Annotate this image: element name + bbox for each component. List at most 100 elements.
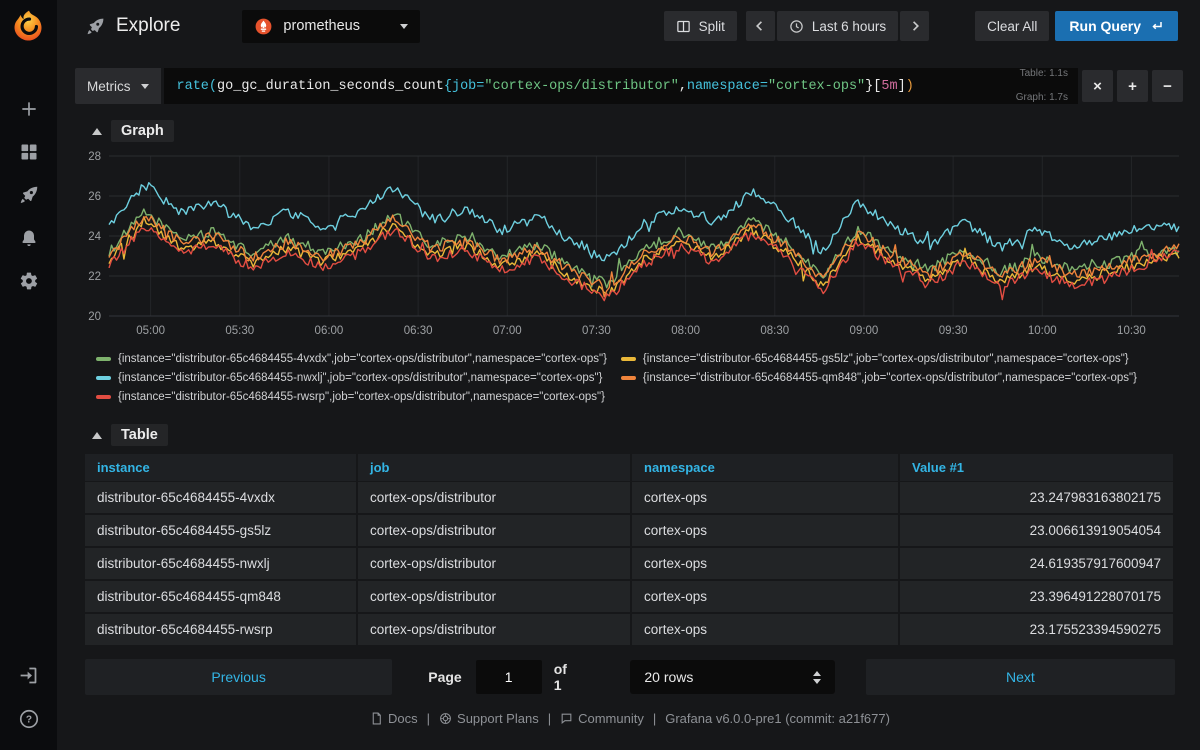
x-axis-tick-label: 10:00 xyxy=(1028,325,1057,337)
legend-item[interactable]: {instance="distributor-65c4684455-qm848"… xyxy=(620,368,1137,387)
legend-color-dash-icon xyxy=(620,356,636,361)
sidebar-menu xyxy=(18,98,40,292)
docs-label: Docs xyxy=(388,711,418,726)
table-cell: cortex-ops/distributor xyxy=(358,581,632,614)
y-axis-tick-label: 28 xyxy=(88,151,101,163)
time-back-button[interactable] xyxy=(745,11,775,41)
table-column-header[interactable]: job xyxy=(358,454,632,482)
graph-timing: Graph: 1.7s xyxy=(1015,92,1068,103)
rocket-icon xyxy=(20,186,37,204)
sidebar-item-explore[interactable] xyxy=(18,184,40,206)
add-query-button[interactable]: + xyxy=(1117,70,1148,102)
x-axis-tick-label: 06:00 xyxy=(315,325,344,337)
time-range-button[interactable]: Last 6 hours xyxy=(776,11,899,41)
table-row: distributor-65c4684455-nwxlj cortex-ops/d… xyxy=(85,548,1175,581)
table-row: distributor-65c4684455-rwsrp cortex-ops/d… xyxy=(85,614,1175,647)
chevron-left-icon xyxy=(756,21,763,31)
legend-series-label: {instance="distributor-65c4684455-4vxdx"… xyxy=(118,352,607,365)
query-token: go_gc_duration_seconds_count xyxy=(217,78,444,94)
remove-query-button[interactable]: × xyxy=(1082,70,1113,102)
previous-page-button[interactable]: Previous xyxy=(85,659,393,695)
table-panel-header[interactable]: Table xyxy=(75,412,1191,452)
sign-in-icon xyxy=(20,667,37,683)
rocket-icon xyxy=(87,18,104,34)
sidebar-item-dashboards[interactable] xyxy=(18,141,40,163)
chevron-down-icon xyxy=(140,83,149,89)
page-title: Explore xyxy=(85,15,180,37)
query-token: rate( xyxy=(176,78,218,94)
sidebar-item-create[interactable] xyxy=(18,98,40,120)
footer-link-community[interactable]: Community xyxy=(560,711,644,726)
table-cell: cortex-ops/distributor xyxy=(358,548,632,581)
legend-item[interactable]: {instance="distributor-65c4684455-4vxdx"… xyxy=(96,349,607,368)
table-column-header[interactable]: namespace xyxy=(632,454,900,482)
y-axis-tick-label: 20 xyxy=(88,311,101,323)
legend-item[interactable]: {instance="distributor-65c4684455-rwsrp"… xyxy=(96,387,607,406)
promql-query-input[interactable]: rate(go_gc_duration_seconds_count{job="c… xyxy=(163,68,1078,104)
grafana-explore-app: ? Explore prometheus Split Last 6 hours … xyxy=(0,0,1200,750)
legend-item[interactable]: {instance="distributor-65c4684455-nwxlj"… xyxy=(96,368,607,387)
page-number-input[interactable] xyxy=(475,660,542,694)
table-panel-title: Table xyxy=(111,424,168,446)
footer-link-support[interactable]: Support Plans xyxy=(439,711,539,726)
table-pagination: Previous Page of 1 20 rows Next xyxy=(85,659,1175,695)
table-row: distributor-65c4684455-qm848 cortex-ops/d… xyxy=(85,581,1175,614)
sidebar-bottom-menu: ? xyxy=(18,664,40,730)
table-cell: cortex-ops xyxy=(632,548,900,581)
grafana-logo-icon xyxy=(14,10,42,41)
metrics-label: Metrics xyxy=(87,78,131,94)
datasource-picker[interactable]: prometheus xyxy=(242,9,421,43)
table-cell: 23.175523394590275 xyxy=(900,614,1175,647)
graph-panel-header[interactable]: Graph xyxy=(75,108,1191,148)
split-button[interactable]: Split xyxy=(663,11,737,41)
table-cell: distributor-65c4684455-4vxdx xyxy=(85,482,358,515)
grafana-logo[interactable] xyxy=(0,0,57,52)
x-axis-tick-label: 06:30 xyxy=(404,325,433,337)
time-forward-button[interactable] xyxy=(900,11,930,41)
legend-color-dash-icon xyxy=(96,375,111,380)
graph-legend: {instance="distributor-65c4684455-4vxdx"… xyxy=(96,349,1191,406)
chart-series-line xyxy=(108,227,1180,302)
legend-series-label: {instance="distributor-65c4684455-gs5lz"… xyxy=(642,352,1129,365)
clear-all-button[interactable]: Clear All xyxy=(975,11,1050,41)
table-column-header[interactable]: Value #1 xyxy=(900,454,1175,482)
plus-icon xyxy=(21,102,36,116)
time-series-chart[interactable]: 05:00 05:30 06:00 06:30 07:00 07:30 08:00 08:30… xyxy=(83,148,1187,340)
next-page-button[interactable]: Next xyxy=(865,659,1175,695)
query-token: { xyxy=(443,78,452,94)
collapse-query-button[interactable]: − xyxy=(1152,70,1183,102)
table-cell: distributor-65c4684455-gs5lz xyxy=(85,515,358,548)
table-cell: 23.396491228070175 xyxy=(900,581,1175,614)
x-axis-tick-label: 07:00 xyxy=(493,325,522,337)
clock-icon xyxy=(790,19,803,33)
rows-per-page-select[interactable]: 20 rows xyxy=(630,660,835,694)
sidebar-item-help[interactable]: ? xyxy=(18,708,40,730)
table-cell: cortex-ops xyxy=(632,614,900,647)
x-axis-tick-label: 05:30 xyxy=(225,325,254,337)
legend-item[interactable]: {instance="distributor-65c4684455-gs5lz"… xyxy=(620,349,1137,368)
table-column-header[interactable]: instance xyxy=(85,454,358,482)
promql-query-text: rate(go_gc_duration_seconds_count{job="c… xyxy=(177,79,914,94)
svg-text:?: ? xyxy=(25,715,31,726)
query-token: "cortex-ops" xyxy=(767,78,866,94)
graph-chart-area[interactable]: 05:00 05:30 06:00 06:30 07:00 07:30 08:00 08:30… xyxy=(83,148,1191,345)
x-axis-tick-label: 09:00 xyxy=(850,325,879,337)
table-cell: distributor-65c4684455-nwxlj xyxy=(85,548,358,581)
grid-icon xyxy=(21,144,36,160)
graph-panel-title: Graph xyxy=(111,120,174,142)
split-label: Split xyxy=(698,18,725,34)
run-query-button[interactable]: Run Query xyxy=(1055,11,1178,41)
footer-link-docs[interactable]: Docs xyxy=(370,711,418,726)
y-axis-tick-label: 22 xyxy=(88,271,101,283)
sidebar-item-configuration[interactable] xyxy=(18,270,40,292)
x-axis-tick-label: 05:00 xyxy=(136,325,165,337)
query-token: ] xyxy=(897,78,906,94)
split-icon xyxy=(676,20,690,32)
sidebar-item-sign-in[interactable] xyxy=(18,664,40,686)
page-label: Page xyxy=(428,669,462,685)
legend-color-dash-icon xyxy=(96,356,111,361)
previous-label: Previous xyxy=(211,669,266,685)
sidebar-item-alerting[interactable] xyxy=(18,227,40,249)
prometheus-icon xyxy=(256,18,272,34)
metrics-dropdown-button[interactable]: Metrics xyxy=(75,68,161,104)
